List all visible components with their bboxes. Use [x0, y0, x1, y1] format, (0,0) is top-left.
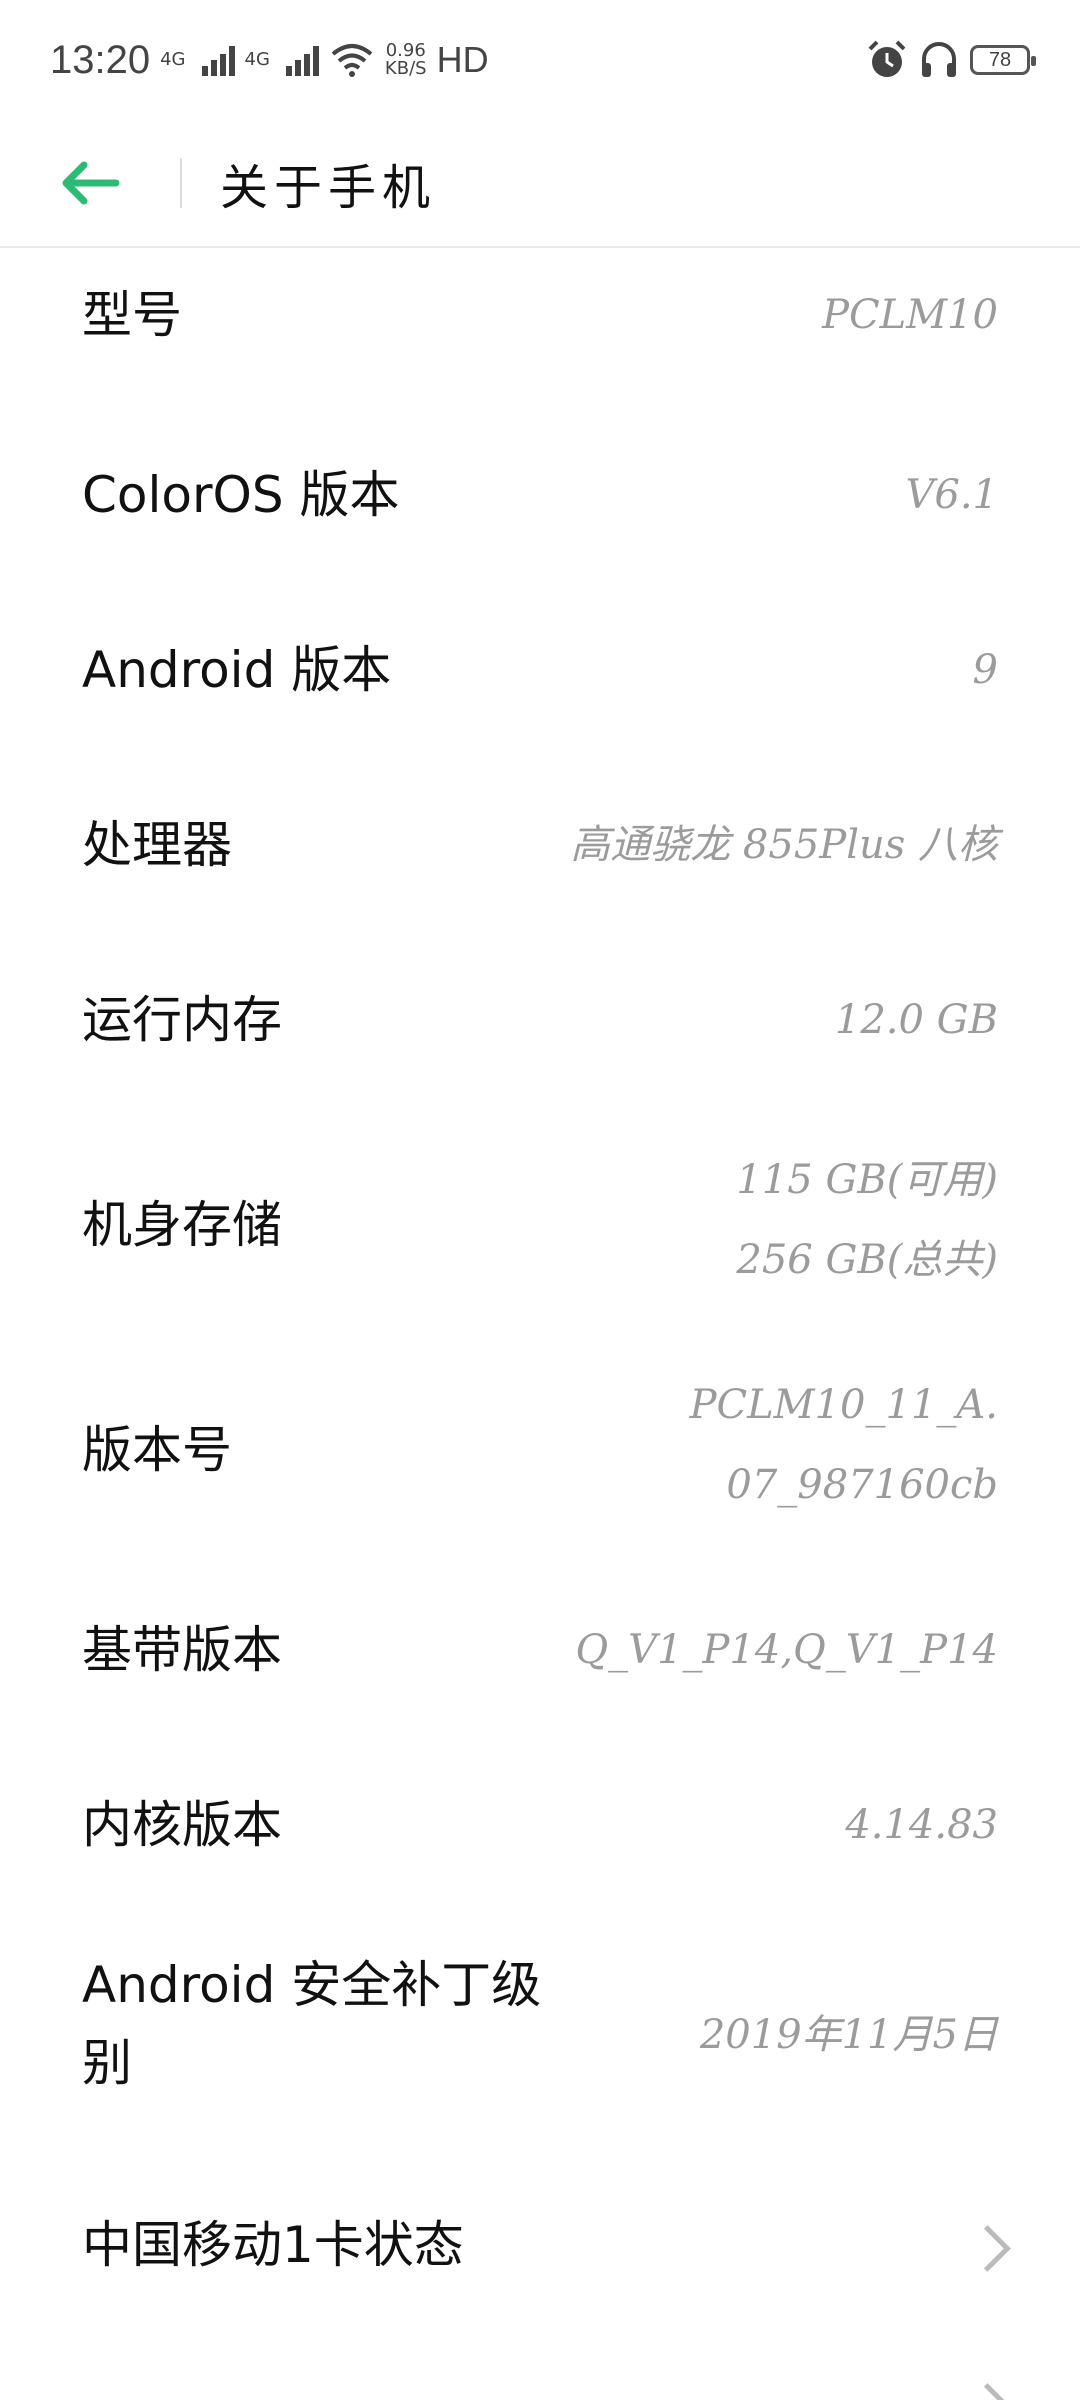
back-button[interactable]	[0, 119, 190, 247]
row-value: 4.14.83	[845, 1802, 998, 1848]
build-line-2: 07_987160cb	[726, 1462, 998, 1508]
row-value: 高通骁龙 855Plus 八核	[570, 822, 998, 868]
battery-level: 78	[988, 48, 1012, 71]
status-bar: 13:20 4G 4G 0.96 KB/S HD 78	[0, 0, 1080, 120]
row-model[interactable]: 型号 PCLM10	[0, 250, 1080, 380]
row-label: 内核版本	[82, 1796, 282, 1854]
row-storage[interactable]: 机身存储 115 GB(可用) 256 GB(总共)	[0, 1140, 1080, 1310]
row-kernel-version[interactable]: 内核版本 4.14.83	[0, 1760, 1080, 1890]
row-label: 版本号	[82, 1421, 232, 1479]
clock: 13:20	[50, 37, 151, 82]
row-label: 处理器	[82, 816, 232, 874]
row-label: 中国移动1卡状态	[82, 2216, 464, 2274]
row-value: Q_V1_P14,Q_V1_P14	[575, 1627, 998, 1673]
row-processor[interactable]: 处理器 高通骁龙 855Plus 八核	[0, 780, 1080, 910]
header-divider	[180, 158, 182, 208]
alarm-icon	[868, 40, 906, 77]
signal-icon	[201, 44, 235, 76]
row-ram[interactable]: 运行内存 12.0 GB	[0, 955, 1080, 1085]
network-speed: 0.96 KB/S	[385, 42, 427, 78]
status-right: 78	[866, 39, 1036, 81]
row-baseband-version[interactable]: 基带版本 Q_V1_P14,Q_V1_P14	[0, 1585, 1080, 1715]
row-build-number[interactable]: 版本号 PCLM10_11_A. 07_987160cb	[0, 1365, 1080, 1535]
sim2-network: 4G	[244, 49, 270, 70]
back-arrow-icon	[62, 161, 120, 205]
row-label: 运行内存	[82, 991, 282, 1049]
row-label: Android 版本	[82, 641, 392, 699]
storage-total: 256 GB(总共)	[736, 1237, 998, 1283]
sim1-network: 4G	[160, 49, 186, 70]
row-label: 基带版本	[82, 1621, 282, 1679]
row-label: 机身存储	[82, 1196, 282, 1254]
row-value: 12.0 GB	[834, 997, 998, 1043]
status-left: 13:20 4G 4G 0.96 KB/S HD	[50, 38, 489, 83]
row-value: 115 GB(可用) 256 GB(总共)	[736, 1140, 998, 1300]
page-title: 关于手机	[220, 160, 437, 216]
row-label: ColorOS 版本	[82, 466, 400, 524]
row-label-line1: Android 安全补丁级	[82, 1956, 542, 2014]
speed-unit: KB/S	[384, 58, 427, 79]
row-sim1-status[interactable]: 中国移动1卡状态	[0, 2180, 1080, 2310]
wifi-icon	[331, 44, 373, 77]
row-label: Android 安全补丁级 别	[82, 1955, 541, 2093]
row-value: PCLM10	[822, 292, 998, 338]
row-coloros-version[interactable]: ColorOS 版本 V6.1	[0, 430, 1080, 560]
hd-indicator: HD	[436, 39, 489, 80]
row-value: PCLM10_11_A. 07_987160cb	[690, 1365, 998, 1525]
row-partial[interactable]	[0, 2350, 1080, 2400]
row-value: 2019年11月5日	[699, 2012, 998, 2058]
row-value: 9	[972, 647, 998, 693]
chevron-right-icon	[964, 2383, 1011, 2400]
build-line-1: PCLM10_11_A.	[689, 1382, 998, 1428]
battery-icon: 78	[970, 45, 1036, 75]
row-value: V6.1	[905, 472, 999, 518]
row-android-version[interactable]: Android 版本 9	[0, 605, 1080, 735]
row-label-line2: 别	[82, 2034, 132, 2092]
row-label: 型号	[82, 286, 182, 344]
row-security-patch[interactable]: Android 安全补丁级 别 2019年11月5日	[0, 1945, 1080, 2125]
headphones-icon	[922, 42, 956, 77]
app-header: 关于手机	[0, 120, 1080, 248]
signal-icon-2	[285, 44, 319, 76]
chevron-right-icon	[964, 2225, 1011, 2272]
storage-available: 115 GB(可用)	[736, 1157, 998, 1203]
